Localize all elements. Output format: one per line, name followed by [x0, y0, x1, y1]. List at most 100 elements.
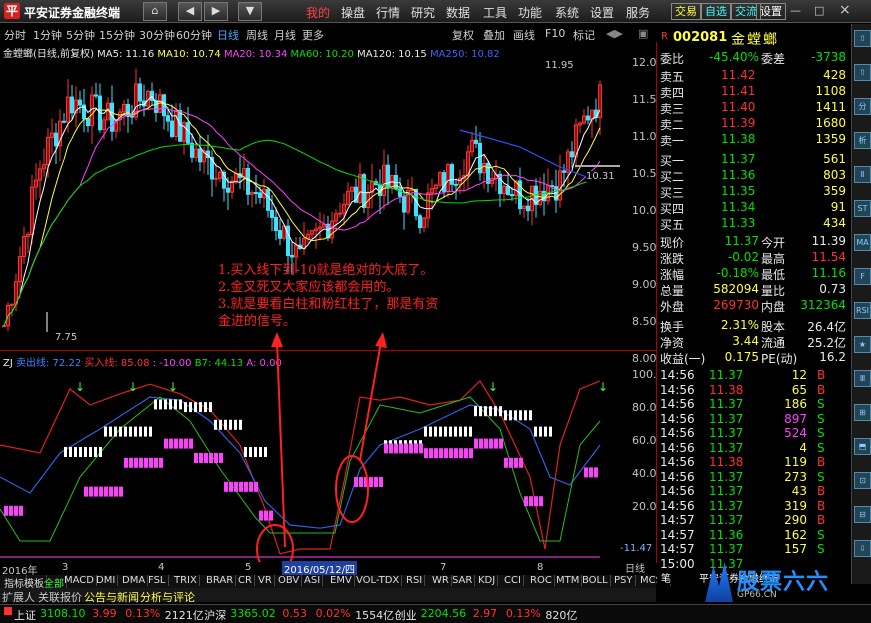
- menu-research[interactable]: 研究: [411, 4, 435, 21]
- close-icon[interactable]: ×: [839, 2, 851, 18]
- maximize-icon[interactable]: □: [814, 4, 824, 17]
- indicator-tab[interactable]: VR: [256, 575, 275, 586]
- menu-tools[interactable]: 工具: [483, 4, 507, 21]
- date-mark-5: 5: [245, 562, 252, 573]
- expand-icon[interactable]: ▣: [638, 27, 648, 40]
- index-value: 2204.56: [420, 607, 467, 620]
- indicator-tab[interactable]: PSY: [612, 575, 636, 586]
- indicator-tab[interactable]: VOL-TDX: [354, 575, 403, 586]
- pink-bar: [519, 457, 523, 468]
- white-bar: [64, 447, 67, 457]
- period-tab-weekly[interactable]: 周线: [246, 27, 268, 43]
- indicator-svg: ↓ ↓ ↓ ↓ ↓: [0, 380, 608, 563]
- period-tab-daily[interactable]: 日线: [217, 27, 239, 43]
- sidebar-tool-icon[interactable]: ⇩: [854, 540, 871, 557]
- pink-bar: [94, 486, 98, 497]
- tab-related-quotes[interactable]: 关联报价: [38, 589, 82, 605]
- period-tab-1min[interactable]: 1分钟: [33, 27, 62, 43]
- toolbar-arrow-icon[interactable]: ◀▶: [606, 27, 623, 40]
- indicator-tab[interactable]: CCI: [502, 575, 524, 586]
- tool-overlay[interactable]: 叠加: [483, 27, 505, 43]
- buy-signal-arrow: ↓: [128, 380, 138, 394]
- candle-body: [254, 192, 258, 195]
- sidebar-tool-icon[interactable]: ⇧: [854, 64, 871, 81]
- tab-expand[interactable]: 扩展人: [2, 589, 35, 605]
- menu-trade-ops[interactable]: 操盘: [341, 4, 365, 21]
- indicator-tab[interactable]: KDJ: [476, 575, 499, 586]
- indicator-tab[interactable]: EMV: [328, 575, 355, 586]
- dropdown-button[interactable]: ▼: [238, 2, 262, 21]
- quote-label: 最低: [761, 268, 786, 282]
- indicator-tab[interactable]: TRIX: [172, 575, 200, 586]
- indicator-tab[interactable]: DMA: [120, 575, 149, 586]
- tool-mark[interactable]: 标记: [573, 27, 595, 43]
- candle-body: [166, 115, 170, 122]
- sidebar-tool-icon[interactable]: ⊞: [854, 404, 871, 421]
- sidebar-tool-icon[interactable]: ST: [854, 200, 871, 217]
- period-tab-more[interactable]: 更多: [302, 27, 324, 43]
- indicator-tab[interactable]: ASI: [302, 575, 324, 586]
- white-bar: [534, 426, 537, 437]
- indicator-chart[interactable]: ZJ 卖出线: 72.22 买入线: 85.08 : -10.00 B7: 44…: [0, 350, 671, 563]
- candle-body: [526, 205, 530, 212]
- pink-bar: [234, 481, 238, 492]
- forward-button[interactable]: ▶: [204, 2, 228, 21]
- pink-bar: [84, 486, 88, 497]
- sidebar-tool-icon[interactable]: Ⅱ: [854, 166, 871, 183]
- indicator-tab[interactable]: SAR: [450, 575, 476, 586]
- pink-bar: [439, 448, 443, 459]
- pink-bar: [249, 481, 253, 492]
- menu-mine[interactable]: 我的: [306, 4, 330, 21]
- menu-functions[interactable]: 功能: [518, 4, 542, 21]
- indicator-tab[interactable]: RSI: [404, 575, 426, 586]
- sidebar-tool-icon[interactable]: ⇧: [854, 30, 871, 47]
- sidebar-tool-icon[interactable]: MA: [854, 234, 871, 251]
- sidebar-tool-icon[interactable]: ⊟: [854, 506, 871, 523]
- candle-body: [398, 188, 402, 197]
- indicator-tab[interactable]: MTM: [554, 575, 583, 586]
- white-bar: [494, 406, 497, 417]
- indicator-tab[interactable]: CR: [236, 575, 255, 586]
- sidebar-tool-icon[interactable]: 分: [854, 98, 871, 115]
- sidebar-tool-icon[interactable]: 析: [854, 132, 871, 149]
- period-tab-5min[interactable]: 5分钟: [66, 27, 95, 43]
- sell-order-volume: 1108: [815, 84, 846, 98]
- indicator-tab[interactable]: ROC: [528, 575, 555, 586]
- home-button[interactable]: ⌂: [143, 2, 167, 21]
- tab-ticks[interactable]: 笔: [661, 570, 671, 585]
- period-tab-intraday[interactable]: 分时: [4, 27, 26, 43]
- tab-analysis[interactable]: 分析与评论: [140, 589, 195, 605]
- menu-system[interactable]: 系统: [555, 4, 579, 21]
- pink-bar: [164, 438, 168, 449]
- indicator-tab[interactable]: MACD: [62, 575, 97, 586]
- tab-news[interactable]: 公告与新闻: [84, 589, 139, 605]
- period-tab-30min[interactable]: 30分钟: [139, 27, 175, 43]
- menu-settings[interactable]: 设置: [590, 4, 614, 21]
- minimize-icon[interactable]: —: [790, 4, 801, 17]
- period-tab-monthly[interactable]: 月线: [274, 27, 296, 43]
- sidebar-tool-icon[interactable]: ★: [854, 336, 871, 353]
- menu-market[interactable]: 行情: [376, 4, 400, 21]
- sidebar-tool-icon[interactable]: Ⅲ: [854, 370, 871, 387]
- indicator-tab[interactable]: DMI: [94, 575, 119, 586]
- sidebar-tool-icon[interactable]: ⬒: [854, 438, 871, 455]
- sidebar-tool-icon[interactable]: RSI: [854, 302, 871, 319]
- tool-adjust[interactable]: 复权: [452, 27, 474, 43]
- period-tab-15min[interactable]: 15分钟: [99, 27, 135, 43]
- watchlist-button[interactable]: 自选: [701, 3, 731, 20]
- indicator-tab[interactable]: OBV: [276, 575, 303, 586]
- indicator-tab[interactable]: FSL: [146, 575, 169, 586]
- back-button[interactable]: ◀: [178, 2, 202, 21]
- trade-button[interactable]: 交易: [671, 3, 701, 20]
- menu-service[interactable]: 服务: [626, 4, 650, 21]
- settings-button[interactable]: 设置: [756, 3, 786, 20]
- sidebar-tool-icon[interactable]: ⊡: [854, 472, 871, 489]
- tool-f10[interactable]: F10: [545, 27, 565, 40]
- indicator-tab[interactable]: WR: [430, 575, 452, 586]
- indicator-tab[interactable]: BRAR: [204, 575, 237, 586]
- period-tab-60min[interactable]: 60分钟: [176, 27, 212, 43]
- menu-data[interactable]: 数据: [446, 4, 470, 21]
- indicator-tab[interactable]: BOLL: [580, 575, 611, 586]
- tool-draw[interactable]: 画线: [513, 27, 535, 43]
- sidebar-tool-icon[interactable]: F: [854, 268, 871, 285]
